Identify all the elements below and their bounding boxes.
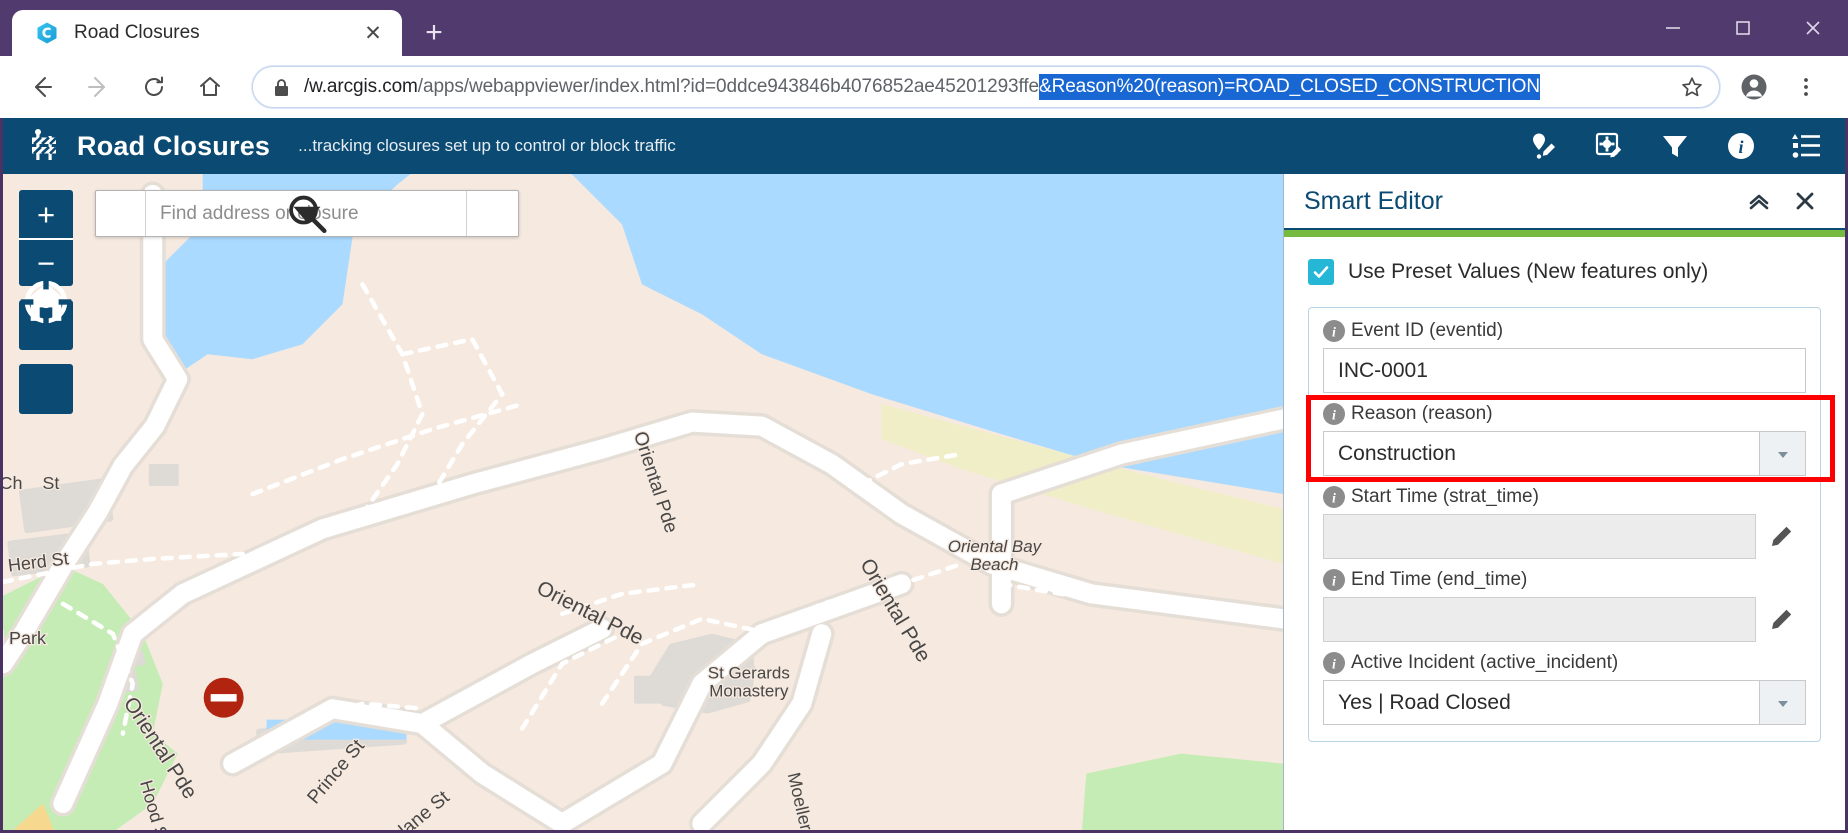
app-body: Oriental Pde Oriental Pde Oriental Pde Orie… xyxy=(3,174,1845,830)
edit-settings-tool[interactable] xyxy=(1587,124,1631,168)
edit-pencil-icon[interactable] xyxy=(1756,514,1806,559)
smart-editor-tool[interactable] xyxy=(1521,124,1565,168)
field-label: i Start Time (strat_time) xyxy=(1323,486,1806,508)
svg-text:i: i xyxy=(1738,137,1743,157)
info-circle-icon[interactable]: i xyxy=(1719,124,1763,168)
road-closed-marker-graphic[interactable] xyxy=(203,677,244,718)
header-tools: i xyxy=(1521,124,1829,168)
info-icon[interactable]: i xyxy=(1323,569,1345,591)
road-closed-marker[interactable] xyxy=(3,174,1283,830)
map-controls: + − xyxy=(19,190,73,414)
smart-editor-body: Use Preset Values (New features only) iE… xyxy=(1284,237,1845,830)
svg-text:i: i xyxy=(1332,409,1336,424)
svg-text:i: i xyxy=(1332,575,1336,590)
web-app-viewer: Road Closures ...tracking closures set u… xyxy=(0,118,1848,833)
smart-editor-header: Smart Editor xyxy=(1284,174,1845,230)
field-label-text: Reason (reason) xyxy=(1351,403,1493,424)
field-label-text: Event ID (eventid) xyxy=(1351,320,1504,341)
field-label-text: Active Incident (active_incident) xyxy=(1351,652,1619,673)
attribute-field: i Reason (reason) Construction xyxy=(1323,403,1806,476)
minimize-icon[interactable] xyxy=(1638,0,1708,56)
svg-text:i: i xyxy=(1332,658,1336,673)
field-input[interactable] xyxy=(1323,597,1756,642)
use-preset-values-row[interactable]: Use Preset Values (New features only) xyxy=(1308,259,1821,285)
app-subtitle: ...tracking closures set up to control o… xyxy=(298,136,676,155)
close-panel-icon[interactable] xyxy=(1785,181,1825,221)
info-icon[interactable]: i xyxy=(1323,403,1345,425)
field-label-text: End Time (end_time) xyxy=(1351,569,1528,590)
chevron-down-icon[interactable] xyxy=(1760,680,1806,725)
back-arrow-icon[interactable] xyxy=(18,63,66,111)
use-preset-values-label: Use Preset Values (New features only) xyxy=(1348,260,1709,283)
attribute-field: i Event ID (eventid) INC-0001 xyxy=(1323,320,1806,393)
app-header: Road Closures ...tracking closures set u… xyxy=(3,118,1845,174)
attribute-fields-card: i Event ID (eventid) INC-0001 i Reason (reas… xyxy=(1308,307,1821,742)
url-text: /w.arcgis.com/apps/webappviewer/index.ht… xyxy=(304,74,1669,100)
url-host: /w.arcgis.com xyxy=(304,76,418,97)
field-input-row: Construction xyxy=(1323,431,1806,476)
forward-arrow-icon[interactable] xyxy=(74,63,122,111)
info-icon[interactable]: i xyxy=(1323,320,1345,342)
field-label: i Reason (reason) xyxy=(1323,403,1806,425)
field-label: i Active Incident (active_incident) xyxy=(1323,652,1806,674)
tab-strip: Road Closures ✕ + xyxy=(0,0,458,56)
smart-editor-title: Smart Editor xyxy=(1304,186,1443,215)
profile-avatar-icon[interactable] xyxy=(1730,63,1778,111)
filter-funnel-icon[interactable] xyxy=(1653,124,1697,168)
attribute-field: i Start Time (strat_time) xyxy=(1323,486,1806,559)
maximize-icon[interactable] xyxy=(1708,0,1778,56)
close-icon[interactable] xyxy=(1778,0,1848,56)
browser-window: Road Closures ✕ + /w.arcgis.com /apps/we… xyxy=(0,0,1848,833)
tab-close-icon[interactable]: ✕ xyxy=(358,18,388,48)
road-barrier-icon xyxy=(25,127,63,165)
smart-editor-panel: Smart Editor Use Preset Values (New feat… xyxy=(1283,174,1845,830)
arcgis-logo-icon xyxy=(34,20,60,46)
field-label: i Event ID (eventid) xyxy=(1323,320,1806,342)
field-input-row: INC-0001 xyxy=(1323,348,1806,393)
field-input-row: Yes | Road Closed xyxy=(1323,680,1806,725)
address-bar[interactable]: /w.arcgis.com/apps/webappviewer/index.ht… xyxy=(252,66,1720,108)
attribute-field: i End Time (end_time) xyxy=(1323,569,1806,642)
window-controls xyxy=(1638,0,1848,56)
info-icon[interactable]: i xyxy=(1323,652,1345,674)
page-title: Road Closures xyxy=(77,130,271,161)
chevron-up-icon[interactable] xyxy=(1739,181,1779,221)
star-icon[interactable] xyxy=(1669,67,1715,107)
legend-list-tool[interactable] xyxy=(1785,124,1829,168)
panel-accent-bar xyxy=(1284,230,1845,237)
kebab-menu-icon[interactable] xyxy=(1782,63,1830,111)
svg-text:i: i xyxy=(1332,326,1336,341)
magnifier-icon[interactable] xyxy=(289,191,518,236)
url-path: /apps/webappviewer/index.html?id=0ddce94… xyxy=(417,76,1039,97)
use-preset-values-checkbox[interactable] xyxy=(1308,259,1334,285)
browser-toolbar: /w.arcgis.com/apps/webappviewer/index.ht… xyxy=(0,56,1848,118)
edit-pencil-icon[interactable] xyxy=(1756,597,1806,642)
field-input[interactable]: Yes | Road Closed xyxy=(1323,680,1760,725)
crosshair-locate-icon[interactable] xyxy=(19,276,73,414)
field-input-row xyxy=(1323,514,1806,559)
field-label-text: Start Time (strat_time) xyxy=(1351,486,1539,507)
new-tab-button[interactable]: + xyxy=(410,10,458,56)
svg-text:i: i xyxy=(1332,492,1336,507)
info-icon[interactable]: i xyxy=(1323,486,1345,508)
lock-icon xyxy=(273,78,290,97)
field-label: i End Time (end_time) xyxy=(1323,569,1806,591)
chevron-down-icon[interactable] xyxy=(1760,431,1806,476)
attribute-field: i Active Incident (active_incident) Yes | … xyxy=(1323,652,1806,725)
field-input[interactable]: Construction xyxy=(1323,431,1760,476)
browser-titlebar: Road Closures ✕ + xyxy=(0,0,1848,56)
field-input[interactable] xyxy=(1323,514,1756,559)
field-input-row xyxy=(1323,597,1806,642)
browser-tab[interactable]: Road Closures ✕ xyxy=(12,10,402,56)
map-canvas[interactable]: Oriental Pde Oriental Pde Oriental Pde Orie… xyxy=(3,174,1283,830)
reload-icon[interactable] xyxy=(130,63,178,111)
field-input[interactable]: INC-0001 xyxy=(1323,348,1806,393)
url-selected-text: &Reason%20(reason)=ROAD_CLOSED_CONSTRUCT… xyxy=(1039,74,1540,100)
tab-title: Road Closures xyxy=(74,22,200,43)
map-search-widget xyxy=(95,190,519,237)
home-icon[interactable] xyxy=(186,63,234,111)
